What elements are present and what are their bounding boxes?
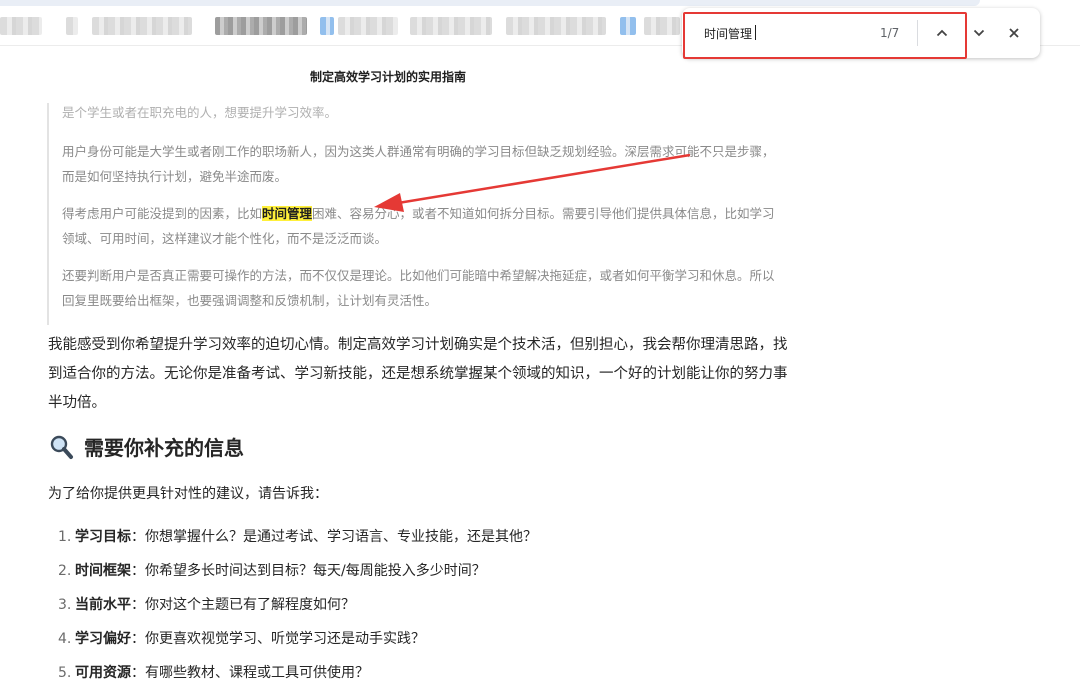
magnifier-icon	[50, 435, 73, 459]
thinking-paragraph: 用户身份可能是大学生或者刚工作的职场新人，因为这类人群通常有明确的学习目标但缺乏…	[62, 144, 775, 184]
bookmark-item[interactable]	[320, 17, 334, 35]
find-bar: 1/7	[682, 8, 1040, 58]
text-segment: 得考虑用户可能没提到的因素，比如	[62, 206, 263, 221]
chevron-up-icon	[936, 29, 948, 37]
list-item: 4. 学习偏好 ：你更喜欢视觉学习、听觉学习还是动手实践？	[58, 622, 537, 656]
find-input[interactable]	[704, 23, 854, 43]
list-label: 时间框架	[75, 563, 131, 579]
list-text: ：你希望多长时间达到目标？每天/每周能投入多少时间？	[131, 563, 486, 579]
list-item: 5. 可用资源 ：有哪些教材、课程或工具可供使用？	[58, 656, 537, 683]
thinking-paragraph: 得考虑用户可能没提到的因素，比如时间管理困难、容易分心，或者不知道如何拆分目标。…	[62, 201, 782, 251]
thinking-paragraph: 是个学生或者在职充电的人，想要提升学习效率。	[62, 105, 338, 120]
bookmark-item[interactable]	[66, 17, 78, 35]
bookmark-item[interactable]	[644, 17, 680, 35]
list-number: 5.	[58, 665, 72, 681]
list-label: 学习目标	[75, 529, 131, 545]
bookmark-item[interactable]	[92, 17, 192, 35]
section-heading: 需要你补充的信息	[48, 432, 244, 461]
list-item: 3. 当前水平 ：你对这个主题已有了解程度如何？	[58, 588, 537, 622]
intro-text: 为了给你提供更具针对性的建议，请告诉我：	[48, 486, 328, 502]
find-previous-button[interactable]	[930, 21, 954, 45]
bookmark-item[interactable]	[506, 17, 606, 35]
find-close-button[interactable]	[1002, 21, 1026, 45]
document-title: 制定高效学习计划的实用指南	[310, 70, 467, 84]
list-text: ：你想掌握什么？是通过考试、学习语言、专业技能，还是其他？	[131, 529, 537, 545]
list-number: 3.	[58, 597, 72, 613]
list-item: 1. 学习目标 ：你想掌握什么？是通过考试、学习语言、专业技能，还是其他？	[58, 520, 537, 554]
find-divider	[917, 20, 918, 46]
find-match-count: 1/7	[880, 26, 900, 40]
section-title: 需要你补充的信息	[84, 436, 244, 460]
thinking-paragraph: 还要判断用户是否真正需要可操作的方法，而不仅仅是理论。比如他们可能暗中希望解决拖…	[62, 268, 775, 308]
list-number: 4.	[58, 631, 72, 647]
list-text: ：你对这个主题已有了解程度如何？	[131, 597, 355, 613]
list-label: 当前水平	[75, 597, 131, 613]
bookmark-item[interactable]	[215, 17, 307, 35]
tab-strip-edge	[0, 0, 980, 6]
bookmark-item[interactable]	[620, 17, 636, 35]
thinking-block: 是个学生或者在职充电的人，想要提升学习效率。 用户身份可能是大学生或者刚工作的职…	[47, 103, 787, 325]
list-number: 2.	[58, 563, 72, 579]
list-label: 可用资源	[75, 665, 131, 681]
list-text: ：你更喜欢视觉学习、听觉学习还是动手实践？	[131, 631, 425, 647]
list-number: 1.	[58, 529, 72, 545]
chevron-down-icon	[973, 29, 985, 37]
find-next-button[interactable]	[967, 21, 991, 45]
text-caret	[755, 25, 756, 40]
bookmark-item[interactable]	[338, 17, 398, 35]
list-text: ：有哪些教材、课程或工具可供使用？	[131, 665, 369, 681]
bookmark-item[interactable]	[0, 17, 42, 35]
list-label: 学习偏好	[75, 631, 131, 647]
list-item: 2. 时间框架 ：你希望多长时间达到目标？每天/每周能投入多少时间？	[58, 554, 537, 588]
bookmark-item[interactable]	[410, 17, 492, 35]
question-list: 1. 学习目标 ：你想掌握什么？是通过考试、学习语言、专业技能，还是其他？ 2. 时间…	[58, 520, 537, 683]
response-paragraph: 我能感受到你希望提升学习效率的迫切心情。制定高效学习计划确实是个技术活，但别担心…	[48, 337, 788, 411]
close-icon	[1009, 28, 1019, 38]
find-match-highlight: 时间管理	[262, 206, 313, 221]
